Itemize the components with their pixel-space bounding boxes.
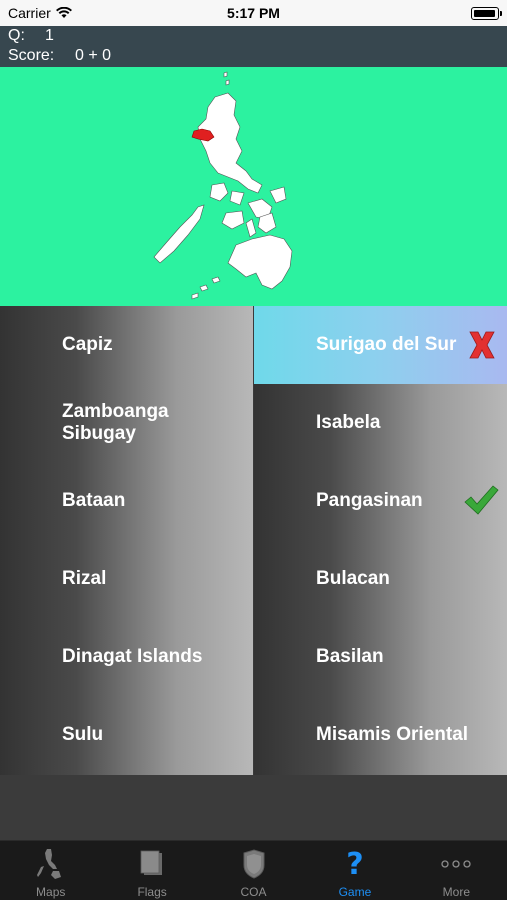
more-dots-icon (441, 860, 471, 868)
tab-label: Game (338, 885, 372, 899)
tab-flags[interactable]: Flags (101, 841, 202, 900)
answer-button[interactable]: Basilan (254, 618, 507, 696)
score-label: Score: (8, 47, 55, 64)
answer-grid: Capiz Zamboanga Sibugay Bataan Rizal Din… (0, 306, 507, 775)
score-value: 0 + 0 (75, 47, 112, 64)
tab-label: Maps (36, 885, 66, 899)
answer-column-left: Capiz Zamboanga Sibugay Bataan Rizal Din… (0, 306, 253, 775)
tab-bar: Maps Flags COA ? Game More (0, 840, 507, 900)
philippines-map (153, 71, 293, 300)
answer-label: Bataan (62, 490, 126, 511)
answer-label: Pangasinan (316, 490, 423, 511)
answer-button[interactable]: Isabela (254, 384, 507, 462)
tab-label: Flags (137, 885, 167, 899)
tab-label: COA (240, 885, 267, 899)
correct-check-icon (464, 485, 499, 515)
answer-label: Misamis Oriental (316, 724, 469, 745)
answer-label: Zamboanga Sibugay (62, 401, 169, 444)
answer-button-selected[interactable]: Surigao del Sur (254, 306, 507, 384)
svg-text:?: ? (346, 847, 363, 881)
question-label: Q: (8, 27, 25, 44)
answer-button[interactable]: Sulu (0, 696, 253, 774)
status-bar: Carrier 5:17 PM (0, 0, 507, 26)
answer-button[interactable]: Misamis Oriental (254, 696, 507, 774)
question-number: 1 (45, 27, 54, 44)
answer-button[interactable]: Zamboanga Sibugay (0, 384, 253, 462)
answer-label: Capiz (62, 334, 113, 355)
coat-of-arms-icon (243, 849, 265, 879)
bottom-band (0, 775, 507, 840)
question-mark-icon: ? (346, 847, 363, 881)
status-time: 5:17 PM (227, 5, 280, 21)
answer-button[interactable]: Bataan (0, 462, 253, 540)
answer-column-right: Surigao del Sur Isabela Pangasinan Bulac… (254, 306, 507, 775)
answer-label: Rizal (62, 568, 107, 589)
answer-label: Isabela (316, 412, 381, 433)
answer-label: Basilan (316, 646, 384, 667)
tab-coa[interactable]: COA (203, 841, 304, 900)
answer-label: Sulu (62, 724, 104, 745)
answer-label: Surigao del Sur (316, 334, 457, 355)
answer-button[interactable]: Dinagat Islands (0, 618, 253, 696)
answer-button-correct[interactable]: Pangasinan (254, 462, 507, 540)
philippines-map-icon (36, 849, 61, 879)
answer-button[interactable]: Bulacan (254, 540, 507, 618)
flag-icon (140, 850, 163, 875)
score-header: Q: 1 Score: 0 + 0 (0, 26, 507, 67)
tab-game[interactable]: ? Game (304, 841, 405, 900)
answer-label: Dinagat Islands (62, 646, 203, 667)
tab-label: More (442, 885, 470, 899)
answer-label: Bulacan (316, 568, 390, 589)
battery-icon (471, 7, 502, 20)
tab-more[interactable]: More (406, 841, 507, 900)
question-row: Q: 1 (8, 27, 54, 45)
map-area (0, 67, 507, 306)
tab-maps[interactable]: Maps (0, 841, 101, 900)
answer-button[interactable]: Rizal (0, 540, 253, 618)
answer-button[interactable]: Capiz (0, 306, 253, 384)
score-row: Score: 0 + 0 (8, 47, 111, 65)
wrong-x-icon (469, 331, 495, 359)
